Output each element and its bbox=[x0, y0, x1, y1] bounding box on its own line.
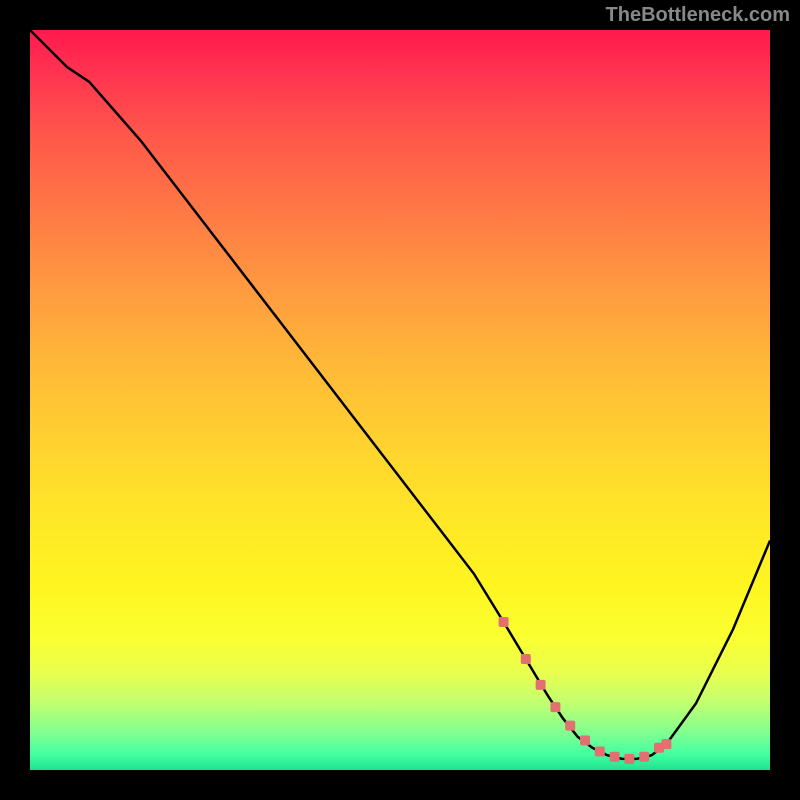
marker-point bbox=[565, 721, 575, 731]
marker-point bbox=[610, 752, 620, 762]
marker-point bbox=[550, 702, 560, 712]
marker-point bbox=[580, 735, 590, 745]
plot-area bbox=[30, 30, 770, 770]
marker-point bbox=[595, 747, 605, 757]
marker-point bbox=[536, 680, 546, 690]
marker-point bbox=[521, 654, 531, 664]
marker-point bbox=[661, 739, 671, 749]
marker-group bbox=[499, 617, 672, 764]
marker-point bbox=[624, 754, 634, 764]
marker-point bbox=[499, 617, 509, 627]
chart-svg bbox=[30, 30, 770, 770]
watermark-text: TheBottleneck.com bbox=[606, 4, 790, 27]
marker-point bbox=[639, 752, 649, 762]
bottleneck-curve bbox=[30, 30, 770, 759]
